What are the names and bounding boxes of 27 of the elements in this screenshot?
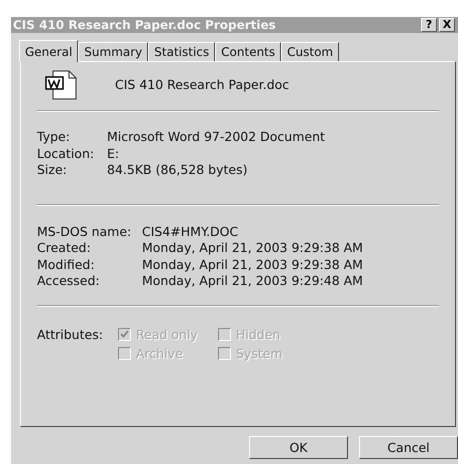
tab[interactable]: General [19,40,78,62]
property-label: Location: [37,146,96,161]
attributes-label: Attributes: [37,326,104,342]
tab[interactable]: Custom [281,42,340,61]
property-value: 84.5KB (86,528 bytes) [107,162,248,178]
file-name: CIS 410 Research Paper.doc [115,77,290,92]
property-value: CIS4#HMY.DOC [142,224,240,239]
tab[interactable]: Contents [215,42,282,61]
help-button[interactable]: ? [421,18,437,32]
window-title: CIS 410 Research Paper.doc Properties [13,18,276,32]
property-label: Accessed: [37,273,101,288]
property-value: Monday, April 21, 2003 9:29:48 AM [142,273,364,288]
tab[interactable]: Statistics [148,42,216,61]
property-label: Type: [37,129,71,144]
property-label: Size: [37,162,68,178]
property-value: Microsoft Word 97-2002 Document [107,129,326,144]
tab[interactable]: Summary [78,42,148,61]
property-value: E: [107,146,120,161]
word-document-icon [45,70,79,100]
cancel-button[interactable]: Cancel [359,436,458,459]
close-button[interactable]: X [439,18,455,32]
property-label: Created: [37,240,92,256]
property-label: Modified: [37,256,96,272]
property-label: MS-DOS name: [37,224,132,239]
ok-button[interactable]: OK [249,436,348,459]
property-value: Monday, April 21, 2003 9:29:38 AM [142,240,364,256]
property-value: Monday, April 21, 2003 9:29:38 AM [142,256,364,272]
